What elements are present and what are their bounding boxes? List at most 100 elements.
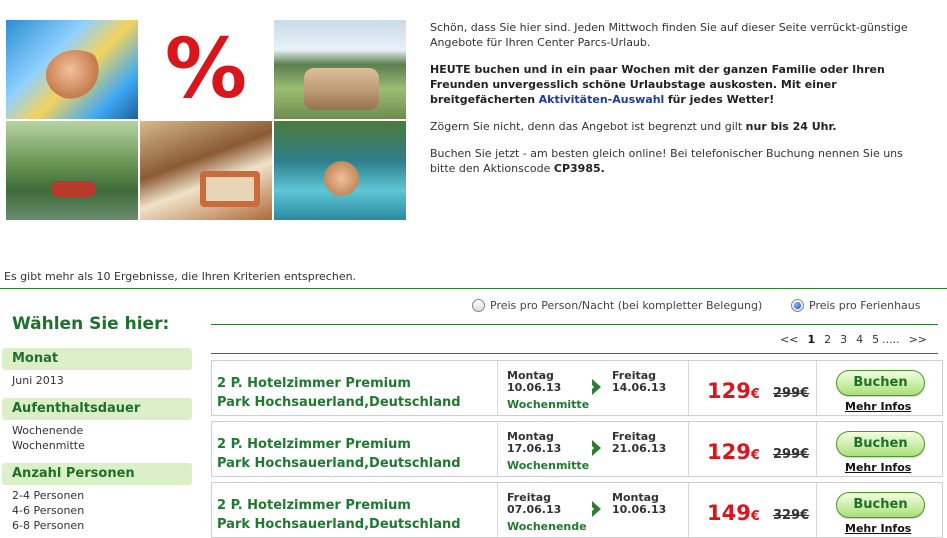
offer-currency: € — [750, 448, 760, 463]
filter-option-4-6-persons[interactable]: 4-6 Personen — [12, 504, 84, 517]
offer-price-value: 149 — [707, 501, 751, 525]
offer-title[interactable]: 2 P. Hotelzimmer Premium Park Hochsauerl… — [217, 374, 461, 412]
offer-divider — [497, 422, 498, 476]
offer-park: Park Hochsauerland,Deutschland — [217, 395, 461, 410]
offer-old-price: 299€ — [773, 386, 810, 401]
filter-sidebar: Wählen Sie hier: Monat Juni 2013 Aufenth… — [0, 296, 197, 532]
offer-room-type: 2 P. Hotelzimmer Premium — [217, 376, 411, 391]
offer-divider — [688, 361, 689, 415]
holiday-house-interior-photo — [140, 121, 272, 220]
filter-head-month[interactable]: Monat — [2, 348, 192, 370]
more-info-link[interactable]: Mehr Infos — [845, 461, 911, 474]
activities-link[interactable]: Aktivitäten-Auswahl — [539, 93, 665, 106]
offer-price: 129€ — [707, 379, 760, 403]
divider-top — [211, 324, 938, 325]
offer-stay-type: Wochenende — [507, 520, 587, 533]
offer-start: Montag 17.06.13 — [507, 431, 561, 455]
more-info-link[interactable]: Mehr Infos — [845, 400, 911, 413]
water-slide-photo — [6, 20, 138, 119]
offer-end: Freitag 14.06.13 — [612, 370, 666, 394]
pager-ellipsis: ..... — [882, 333, 900, 346]
filter-option-june-2013[interactable]: Juni 2013 — [12, 374, 64, 387]
percent-sign: % — [164, 21, 248, 117]
offer-title[interactable]: 2 P. Hotelzimmer Premium Park Hochsauerl… — [217, 435, 461, 473]
offer-park: Park Hochsauerland,Deutschland — [217, 517, 461, 532]
filter-head-duration[interactable]: Aufenthaltsdauer — [2, 398, 192, 420]
arrow-right-icon — [589, 379, 601, 395]
intro-paragraph-1: Schön, dass Sie hier sind. Jeden Mittwoc… — [430, 21, 908, 49]
price-per-house-label: Preis pro Ferienhaus — [809, 299, 921, 312]
offer-start: Freitag 07.06.13 — [507, 492, 561, 516]
offer-divider — [816, 422, 817, 476]
offer-divider — [497, 361, 498, 415]
price-per-house-option[interactable]: Preis pro Ferienhaus — [791, 299, 921, 312]
photo-mosaic: % — [6, 20, 406, 220]
sidebar-title: Wählen Sie hier: — [12, 314, 170, 334]
price-per-person-option[interactable]: Preis pro Person/Nacht (bei kompletter B… — [472, 299, 762, 312]
price-per-person-label: Preis pro Person/Nacht (bei kompletter B… — [490, 299, 763, 312]
divider-bottom — [211, 353, 938, 354]
lake-terrace-photo — [274, 20, 406, 119]
offer-currency: € — [750, 509, 760, 524]
offer-title[interactable]: 2 P. Hotelzimmer Premium Park Hochsauerl… — [217, 496, 461, 534]
pager-prev[interactable]: << — [780, 333, 798, 346]
offer-price-value: 129 — [707, 379, 751, 403]
offer-stay-type: Wochenmitte — [507, 398, 590, 411]
book-button[interactable]: Buchen — [836, 431, 925, 457]
intro-p4-text: Buchen Sie jetzt - am besten gleich onli… — [430, 147, 903, 175]
offer-row: 2 P. Hotelzimmer Premium Park Hochsauerl… — [211, 421, 943, 477]
offer-start: Montag 10.06.13 — [507, 370, 561, 394]
filter-head-persons[interactable]: Anzahl Personen — [2, 463, 192, 485]
percent-sign-graphic: % — [140, 20, 272, 119]
offer-row: 2 P. Hotelzimmer Premium Park Hochsauerl… — [211, 360, 943, 416]
intro-text: Schön, dass Sie hier sind. Jeden Mittwoc… — [430, 20, 920, 188]
intro-p3-text: Zögern Sie nicht, denn das Angebot ist b… — [430, 120, 743, 133]
offer-start-date: 10.06.13 — [507, 381, 562, 394]
offer-currency: € — [750, 387, 760, 402]
offer-divider — [816, 361, 817, 415]
deadline-text: nur bis 24 Uhr. — [745, 120, 837, 133]
intro-paragraph-2: HEUTE buchen und in ein paar Wochen mit … — [430, 62, 920, 107]
offer-price: 149€ — [707, 501, 760, 525]
radio-checked-icon[interactable] — [791, 299, 804, 312]
pager-page-5[interactable]: 5 — [872, 333, 879, 346]
results-bar: Es gibt mehr als 10 Ergebnisse, die Ihre… — [0, 262, 947, 289]
offer-divider — [688, 422, 689, 476]
action-code: CP3985. — [553, 162, 605, 175]
pager-page-1[interactable]: 1 — [807, 333, 815, 346]
filter-option-2-4-persons[interactable]: 2-4 Personen — [12, 489, 84, 502]
canoe-forest-photo — [6, 121, 138, 220]
pager-next[interactable]: >> — [909, 333, 927, 346]
pager-page-3[interactable]: 3 — [840, 333, 847, 346]
offer-start-date: 17.06.13 — [507, 442, 562, 455]
offer-end-date: 14.06.13 — [612, 381, 667, 394]
intro-paragraph-4: Buchen Sie jetzt - am besten gleich onli… — [430, 146, 920, 176]
offer-stay-type: Wochenmitte — [507, 459, 590, 472]
filter-option-6-8-persons[interactable]: 6-8 Personen — [12, 519, 84, 532]
filter-option-weekend[interactable]: Wochenende — [12, 424, 83, 437]
offer-end: Freitag 21.06.13 — [612, 431, 666, 455]
offer-old-price: 329€ — [773, 508, 810, 523]
offer-old-price: 299€ — [773, 447, 810, 462]
pager-page-4[interactable]: 4 — [856, 333, 863, 346]
book-button[interactable]: Buchen — [836, 370, 925, 396]
offer-end: Montag 10.06.13 — [612, 492, 666, 516]
offer-row: 2 P. Hotelzimmer Premium Park Hochsauerl… — [211, 482, 943, 538]
pool-photo — [274, 121, 406, 220]
radio-unchecked-icon[interactable] — [472, 299, 485, 312]
offer-divider — [688, 483, 689, 537]
filter-option-midweek[interactable]: Wochenmitte — [12, 439, 85, 452]
offer-end-date: 21.06.13 — [612, 442, 667, 455]
offer-start-date: 07.06.13 — [507, 503, 562, 516]
intro-paragraph-3: Zögern Sie nicht, denn das Angebot ist b… — [430, 119, 920, 134]
pager-page-2[interactable]: 2 — [824, 333, 831, 346]
offer-divider — [816, 483, 817, 537]
offer-room-type: 2 P. Hotelzimmer Premium — [217, 437, 411, 452]
offer-price: 129€ — [707, 440, 760, 464]
more-info-link[interactable]: Mehr Infos — [845, 522, 911, 535]
arrow-right-icon — [589, 440, 601, 456]
book-button[interactable]: Buchen — [836, 492, 925, 518]
offer-price-value: 129 — [707, 440, 751, 464]
offer-room-type: 2 P. Hotelzimmer Premium — [217, 498, 411, 513]
offer-divider — [497, 483, 498, 537]
